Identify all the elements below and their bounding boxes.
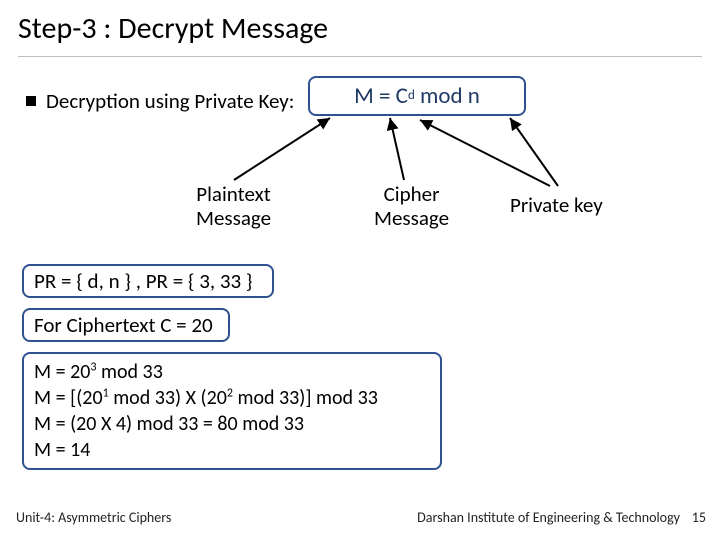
calc-line-3: M = (20 X 4) mod 33 = 80 mod 33: [34, 411, 378, 437]
annotation-plaintext: Plaintext Message: [196, 182, 271, 230]
box-pr-text: PR = { d, n } , PR = { 3, 33 }: [34, 268, 253, 294]
calc-l2c: mod 33)] mod 33: [233, 386, 378, 410]
formula-n: n: [468, 82, 480, 110]
calc-line-1: M = 203 mod 33: [34, 359, 378, 385]
title-rule: [18, 56, 702, 57]
calc-line-4: M = 14: [34, 437, 378, 463]
footer-left: Unit-4: Asymmetric Ciphers: [16, 509, 171, 526]
annotation-cipher: Cipher Message: [374, 182, 449, 230]
annotation-private: Private key: [510, 192, 603, 218]
page-number: 15: [692, 509, 706, 526]
bullet-row: Decryption using Private Key:: [26, 88, 294, 114]
calc-l2a: M = [(20: [34, 386, 103, 410]
calc-l2b: mod 33) X (20: [109, 386, 227, 410]
ann-cipher-l1: Cipher: [374, 182, 449, 206]
formula-mod: mod: [420, 82, 463, 110]
bullet-icon: [26, 96, 36, 106]
footer-right: Darshan Institute of Engineering & Techn…: [417, 509, 680, 526]
ann-cipher-l2: Message: [374, 206, 449, 230]
box-calculation: M = 203 mod 33 M = [(201 mod 33) X (202 …: [22, 352, 442, 470]
formula-eq: =: [379, 82, 390, 110]
calc-lines: M = 203 mod 33 M = [(201 mod 33) X (202 …: [34, 359, 378, 463]
box-c-text: For Ciphertext C = 20: [34, 312, 213, 338]
bullet-text: Decryption using Private Key:: [46, 88, 294, 114]
calc-line-2: M = [(201 mod 33) X (202 mod 33)] mod 33: [34, 385, 378, 411]
formula-c: C: [396, 82, 408, 110]
calc-l1a: M = 20: [34, 360, 90, 384]
calc-l1b: mod 33: [96, 360, 162, 384]
formula-box: M = Cd mod n: [308, 76, 526, 116]
ann-plain-l2: Message: [196, 206, 271, 230]
slide-title: Step-3 : Decrypt Message: [18, 10, 328, 47]
box-private-key: PR = { d, n } , PR = { 3, 33 }: [22, 264, 274, 298]
formula-m: M: [354, 82, 374, 110]
slide: Step-3 : Decrypt Message Decryption usin…: [0, 0, 720, 540]
ann-plain-l1: Plaintext: [196, 182, 271, 206]
box-ciphertext: For Ciphertext C = 20: [22, 308, 230, 342]
